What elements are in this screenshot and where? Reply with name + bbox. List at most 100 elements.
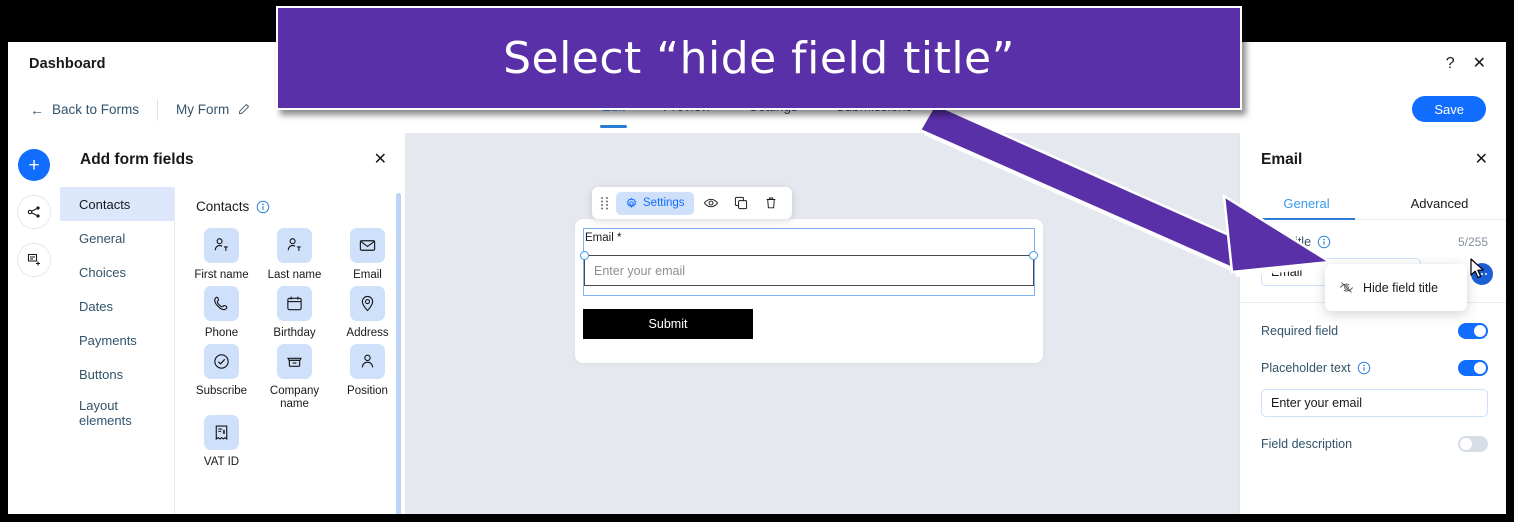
tab-advanced[interactable]: Advanced [1373,187,1506,219]
close-icon[interactable]: ✕ [1473,56,1486,72]
email-input[interactable]: Enter your email [584,255,1034,286]
back-to-forms-button[interactable]: ← Back to Forms [30,102,139,117]
submit-button[interactable]: Submit [583,309,753,339]
trash-icon[interactable] [758,192,784,215]
field-settings-label: Settings [643,197,685,209]
field-tile-email[interactable]: Email [331,228,404,282]
field-tile-birthday[interactable]: Birthday [258,286,331,340]
person-text-icon [277,228,312,263]
option-label: Required field [1261,324,1339,338]
resize-handle-left[interactable] [580,251,589,260]
info-icon[interactable] [1317,235,1331,249]
option-required-field: Required field [1261,319,1488,343]
share-branch-icon[interactable] [17,195,51,229]
add-element-button[interactable]: + [18,149,50,181]
field-description-toggle[interactable] [1458,436,1488,452]
field-tile-label: VAT ID [203,456,240,468]
sidebar-item-choices[interactable]: Choices [60,255,174,289]
tab-edit[interactable]: Edit [599,99,628,128]
person-icon [350,344,385,379]
field-category-list: Contacts General Choices Dates Payments … [60,187,175,514]
field-settings-panel: Email ✕ General Advanced Field title 5/2… [1239,133,1506,514]
sidebar-item-contacts[interactable]: Contacts [60,187,174,221]
field-tile-phone[interactable]: Phone [185,286,258,340]
field-grid: First name Last name Email Phone Birthda… [175,214,405,479]
required-field-toggle[interactable] [1458,323,1488,339]
field-title-label: Field title [1261,235,1312,249]
field-label: Email * [585,232,622,244]
option-label: Field description [1261,437,1353,451]
sidebar-item-dates[interactable]: Dates [60,289,174,323]
mouse-cursor [1470,258,1484,279]
settings-panel-title: Email [1261,151,1303,168]
form-canvas: Settings Email * Enter your email Submit [405,133,1240,514]
hide-field-title-label: Hide field title [1363,280,1439,295]
editor-body: + Add form fields ✕ Contacts General Cho… [8,133,1506,514]
toolbar-divider [157,98,159,121]
field-tile-label: Position [347,385,388,397]
settings-tabs: General Advanced [1240,187,1506,220]
field-tile-company-name[interactable]: Company name [258,344,331,411]
tab-settings[interactable]: Settings [749,99,798,114]
field-tile-vat-id[interactable]: VAT ID [185,415,258,469]
tab-general[interactable]: General [1240,187,1373,220]
field-grid-container: Contacts First name Last name Email Phon… [175,187,405,514]
field-action-toolbar: Settings [592,187,792,219]
panel-scrollbar[interactable] [396,193,401,514]
window-controls: ? ✕ [1446,56,1486,72]
placeholder-text-input[interactable]: Enter your email [1261,389,1488,417]
store-icon [277,344,312,379]
sidebar-item-general[interactable]: General [60,221,174,255]
back-to-forms-label: Back to Forms [52,102,140,117]
field-tile-label: First name [194,269,249,281]
field-title-section: Field title 5/255 Email Hide field title [1240,220,1506,311]
field-title-value: Email [1271,265,1303,279]
field-tile-address[interactable]: Address [331,286,404,340]
help-icon[interactable]: ? [1446,56,1455,72]
option-field-description: Field description [1261,432,1488,456]
phone-icon [204,286,239,321]
add-fields-title: Add form fields [80,151,194,168]
form-name-label: My Form [176,102,230,117]
add-page-icon[interactable] [17,243,51,277]
field-tile-label: Company name [269,385,320,410]
window-title-bar: Dashboard ? ✕ [8,42,1506,87]
gear-icon [626,197,637,208]
tab-submissions[interactable]: Submissions [836,99,913,114]
app-window: Dashboard ? ✕ ← Back to Forms My Form Ed… [8,42,1506,514]
eye-icon[interactable] [698,192,724,215]
resize-handle-right[interactable] [1029,251,1038,260]
field-tile-subscribe[interactable]: Subscribe [185,344,258,411]
field-tile-label: Phone [204,327,239,339]
map-pin-icon [350,286,385,321]
eye-slash-icon [1339,282,1354,293]
close-icon[interactable]: ✕ [374,152,387,168]
form-name-button[interactable]: My Form [176,102,250,117]
option-placeholder-text: Placeholder text [1261,356,1488,380]
field-tile-first-name[interactable]: First name [185,228,258,282]
close-icon[interactable]: ✕ [1475,152,1488,168]
add-form-fields-panel: Add form fields ✕ Contacts General Choic… [60,133,406,514]
drag-dots-icon[interactable] [600,196,609,211]
field-tile-label: Email [353,269,382,281]
field-tile-position[interactable]: Position [331,344,404,411]
duplicate-icon[interactable] [728,192,754,215]
save-button[interactable]: Save [1412,96,1486,122]
selected-email-field[interactable]: Email * Enter your email [580,228,1038,296]
sidebar-item-layout-elements[interactable]: Layout elements [60,391,174,435]
field-settings-button[interactable]: Settings [616,191,694,215]
info-icon[interactable] [256,200,270,214]
sidebar-item-buttons[interactable]: Buttons [60,357,174,391]
hide-field-title-menu-item[interactable]: Hide field title [1325,264,1467,311]
add-fields-body: Contacts General Choices Dates Payments … [60,187,405,514]
check-circle-icon [204,344,239,379]
pencil-icon[interactable] [237,103,250,116]
info-icon[interactable] [1357,361,1371,375]
tab-preview[interactable]: Preview [663,99,711,114]
placeholder-text-toggle[interactable] [1458,360,1488,376]
placeholder-text-value: Enter your email [1271,396,1363,410]
field-tile-last-name[interactable]: Last name [258,228,331,282]
field-title-label-row: Field title 5/255 [1261,234,1488,250]
person-text-icon [204,228,239,263]
sidebar-item-payments[interactable]: Payments [60,323,174,357]
